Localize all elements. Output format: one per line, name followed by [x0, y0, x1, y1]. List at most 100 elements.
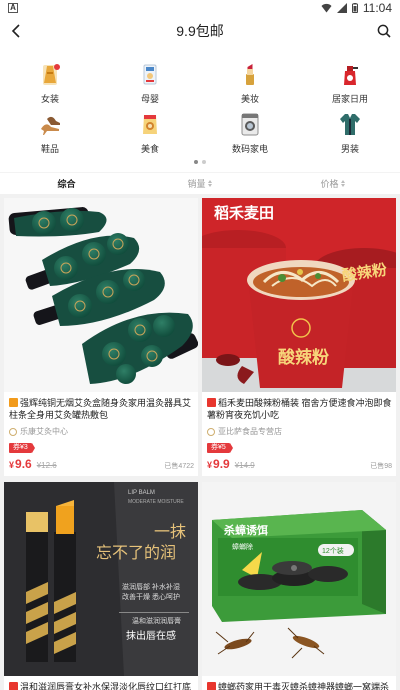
- lip-balm-image: LIP BALM MODERATE MOISTURE 一抹 忘不了的润 滋润唇部…: [4, 482, 198, 676]
- currency-symbol: ¥: [9, 460, 15, 470]
- category-label: 女装: [40, 94, 59, 104]
- spray-bottle-icon: [336, 60, 364, 88]
- page-title: 9.9包邮: [176, 23, 224, 39]
- image-point-3: 温和滋润润唇膏: [132, 616, 181, 625]
- product-card[interactable]: 稻禾麦田 酸辣粉 酸辣粉 稻禾麦田酸辣粉桶装 宿舍方便速食冲泡即食薯粉宵夜充饥小…: [202, 198, 396, 476]
- dress-icon: [36, 60, 64, 88]
- product-title[interactable]: 温和滋润唇膏女补水保湿淡化唇纹口红打底: [9, 681, 195, 690]
- sort-arrows-icon: [207, 180, 212, 187]
- product-title[interactable]: 强辉纯铜无烟艾灸盒随身灸家用温灸器具艾柱条全身用艾灸罐热敷包: [9, 397, 195, 421]
- sold-count: 已售4722: [164, 463, 194, 470]
- sort-tab-label: 综合: [57, 179, 76, 189]
- image-subtitle-text: MODERATE MOISTURE: [128, 499, 184, 505]
- battery-icon: [351, 3, 358, 13]
- shop-icon: [207, 427, 215, 436]
- category-home[interactable]: 居家日用: [300, 56, 400, 106]
- shop-name: 乐康艾灸中心: [20, 427, 68, 436]
- shirt-icon: [336, 110, 364, 138]
- product-shop[interactable]: 亚比萨食品专营店: [207, 426, 282, 437]
- noodle-cup-image: 稻禾麦田 酸辣粉 酸辣粉: [202, 198, 396, 392]
- snack-bag-icon: [136, 110, 164, 138]
- product-card[interactable]: 强辉纯铜无烟艾灸盒随身灸家用温灸器具艾柱条全身用艾灸罐热敷包 乐康艾灸中心 券¥…: [4, 198, 198, 476]
- category-shoes[interactable]: 鞋品: [0, 106, 100, 156]
- image-count-text: 12个装: [322, 546, 344, 555]
- category-men-clothing[interactable]: 男装: [300, 106, 400, 156]
- product-title-text: 蟑螂药家用干毒灭蟑杀蟑神器蟑螂一窝端杀: [218, 682, 390, 690]
- current-price: 9.9: [213, 457, 230, 471]
- tmall-badge-icon: [9, 398, 18, 407]
- category-label: 美食: [140, 144, 159, 154]
- search-button[interactable]: [374, 21, 394, 41]
- product-shop[interactable]: 乐康艾灸中心: [9, 426, 68, 437]
- product-title[interactable]: 蟑螂药家用干毒灭蟑杀蟑神器蟑螂一窝端杀: [207, 681, 393, 690]
- roach-bait-image: 杀蟑诱饵 蟑螂除 12个装: [202, 482, 396, 676]
- category-label: 美妆: [240, 94, 259, 104]
- coupon-badge[interactable]: 券¥3: [9, 443, 35, 453]
- image-point-2: 改善干燥 悉心呵护: [122, 592, 180, 601]
- image-sub-text: 蟑螂除: [232, 542, 253, 551]
- heels-icon: [36, 110, 64, 138]
- category-beauty[interactable]: 美妆: [200, 56, 300, 106]
- lipstick-icon: [236, 60, 264, 88]
- category-food[interactable]: 美食: [100, 106, 200, 156]
- sort-arrows-icon: [340, 180, 345, 187]
- product-title-text: 稻禾麦田酸辣粉桶装 宿舍方便速食冲泡即食薯粉宵夜充饥小吃: [207, 398, 392, 420]
- status-left: A: [8, 3, 18, 13]
- category-pager: [0, 160, 400, 164]
- taobao-badge-icon: [207, 398, 216, 407]
- image-product-text: 杀蟑诱饵: [224, 523, 268, 537]
- sort-tab-sales[interactable]: 销量: [133, 173, 266, 194]
- price-row: ¥ 9.6 ¥12.6: [9, 457, 57, 471]
- currency-symbol: ¥: [207, 460, 213, 470]
- category-baby[interactable]: 母婴: [100, 56, 200, 106]
- sort-tab-price[interactable]: 价格: [266, 173, 399, 194]
- product-image[interactable]: 杀蟑诱饵 蟑螂除 12个装: [202, 482, 396, 676]
- original-price: ¥12.6: [36, 461, 57, 470]
- category-label: 母婴: [140, 94, 159, 104]
- header: 9.9包邮: [0, 16, 400, 46]
- category-label: 居家日用: [331, 94, 368, 104]
- product-image[interactable]: 稻禾麦田 酸辣粉 酸辣粉: [202, 198, 396, 392]
- category-label: 数码家电: [231, 144, 268, 154]
- product-image[interactable]: [4, 198, 198, 392]
- image-point-1: 滋润唇部 补水补湿: [122, 582, 180, 591]
- baby-formula-icon: [136, 60, 164, 88]
- sold-count: 已售98: [370, 463, 392, 470]
- chevron-left-icon: [11, 24, 20, 38]
- taobao-badge-icon: [9, 682, 18, 690]
- image-slogan-1: 一抹: [154, 523, 186, 541]
- taobao-badge-icon: [207, 682, 216, 690]
- product-image[interactable]: LIP BALM MODERATE MOISTURE 一抹 忘不了的润 滋润唇部…: [4, 482, 198, 676]
- search-icon: [377, 24, 391, 38]
- sort-tab-label: 销量: [187, 179, 206, 189]
- current-price: 9.6: [15, 457, 32, 471]
- shop-name: 亚比萨食品专营店: [218, 427, 282, 436]
- wifi-icon: [321, 3, 332, 13]
- sort-bar: 综合 销量 价格: [0, 172, 400, 194]
- notification-alert-icon: A: [8, 3, 18, 13]
- pager-dot[interactable]: [202, 160, 206, 164]
- product-card[interactable]: 杀蟑诱饵 蟑螂除 12个装 蟑螂药家用干毒灭蟑杀蟑神器蟑螂一窝端杀: [202, 482, 396, 690]
- product-title-text: 强辉纯铜无烟艾灸盒随身灸家用温灸器具艾柱条全身用艾灸罐热敷包: [9, 398, 192, 420]
- back-button[interactable]: [6, 21, 26, 41]
- image-slogan-2: 忘不了的润: [96, 544, 176, 562]
- image-brand-text: 稻禾麦田: [214, 204, 274, 222]
- product-card[interactable]: LIP BALM MODERATE MOISTURE 一抹 忘不了的润 滋润唇部…: [4, 482, 198, 690]
- product-title-text: 温和滋润唇膏女补水保湿淡化唇纹口红打底: [20, 682, 192, 690]
- pager-dot-active[interactable]: [194, 160, 198, 164]
- status-right: 11:04: [321, 1, 392, 15]
- category-label: 鞋品: [40, 144, 59, 154]
- sort-tab-label: 价格: [320, 179, 339, 189]
- price-row: ¥ 9.9 ¥14.9: [207, 457, 255, 471]
- product-title[interactable]: 稻禾麦田酸辣粉桶装 宿舍方便速食冲泡即食薯粉宵夜充饥小吃: [207, 397, 393, 421]
- original-price: ¥14.9: [234, 461, 255, 470]
- coupon-badge[interactable]: 券¥5: [207, 443, 233, 453]
- category-electronics[interactable]: 数码家电: [200, 106, 300, 156]
- image-product-text: 酸辣粉: [278, 347, 329, 367]
- shop-icon: [9, 427, 17, 436]
- status-bar: A 11:04: [0, 0, 400, 16]
- status-time: 11:04: [362, 1, 392, 15]
- category-women-clothing[interactable]: 女装: [0, 56, 100, 106]
- category-label: 男装: [340, 144, 359, 154]
- sort-tab-comprehensive[interactable]: 综合: [0, 173, 133, 194]
